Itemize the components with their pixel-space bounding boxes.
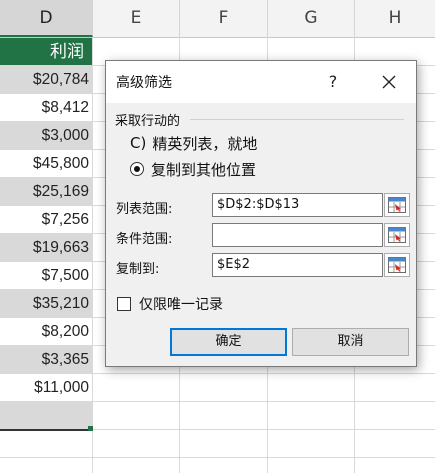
cell-d12[interactable]: $3,365 <box>0 346 92 374</box>
cell-d1-header[interactable]: 利润 <box>0 38 92 66</box>
column-header-g[interactable]: G <box>268 0 355 37</box>
grid-line <box>92 37 93 473</box>
grid-line <box>0 373 435 374</box>
fill-handle[interactable] <box>88 426 93 431</box>
radio-filter-in-place[interactable]: C) 精英列表，就地 <box>130 133 257 153</box>
column-headers: D E F G H <box>0 0 435 38</box>
copy-to-label: 复制到: <box>116 262 160 277</box>
close-icon[interactable] <box>376 69 402 95</box>
unique-records-checkbox[interactable] <box>117 297 131 311</box>
radio-selected-icon <box>130 162 144 176</box>
range-picker-icon <box>388 227 406 243</box>
cell-d9[interactable]: $7,500 <box>0 262 92 290</box>
cell-d2[interactable]: $20,784 <box>0 66 92 94</box>
cell-d14[interactable] <box>0 402 92 430</box>
ok-button[interactable]: 确定 <box>170 328 287 356</box>
cell-d13[interactable]: $11,000 <box>0 374 92 402</box>
dialog-titlebar[interactable]: 高级筛选 ? <box>106 61 416 103</box>
grid-line <box>0 457 435 458</box>
grid-line <box>0 401 435 402</box>
cell-d5[interactable]: $45,800 <box>0 150 92 178</box>
help-button[interactable]: ? <box>320 69 346 95</box>
cell-d11[interactable]: $8,200 <box>0 318 92 346</box>
group-divider <box>190 119 404 120</box>
column-header-h[interactable]: H <box>355 0 435 37</box>
list-range-label: 列表范围: <box>116 202 173 217</box>
list-range-input[interactable]: $D$2:$D$13 <box>212 193 383 217</box>
column-header-f[interactable]: F <box>180 0 268 37</box>
column-header-d[interactable]: D <box>0 0 93 37</box>
radio-copy-to-location[interactable]: 复制到其他位置 <box>130 159 256 179</box>
cancel-button[interactable]: 取消 <box>292 328 409 356</box>
criteria-range-input[interactable] <box>212 223 383 247</box>
cell-d3[interactable]: $8,412 <box>0 94 92 122</box>
radio-label-copy: 复制到其他位置 <box>151 160 257 179</box>
advanced-filter-dialog: 高级筛选 ? 采取行动的 C) 精英列表，就地 复制到其他位置 列表范围: $D… <box>105 60 417 367</box>
cell-d7[interactable]: $7,256 <box>0 206 92 234</box>
cell-d8[interactable]: $19,663 <box>0 234 92 262</box>
copy-to-collapse-button[interactable] <box>384 253 410 277</box>
selection-bottom-border <box>0 429 92 431</box>
list-range-collapse-button[interactable] <box>384 193 410 217</box>
criteria-range-collapse-button[interactable] <box>384 223 410 247</box>
cell-d10[interactable]: $35,210 <box>0 290 92 318</box>
unique-records-checkbox-row[interactable]: 仅限唯一记录 <box>117 294 223 314</box>
criteria-range-label: 条件范围: <box>116 232 173 247</box>
cell-d4[interactable]: $3,000 <box>0 122 92 150</box>
copy-to-input[interactable]: $E$2 <box>212 253 383 277</box>
unique-records-label: 仅限唯一记录 <box>139 297 223 313</box>
column-header-e[interactable]: E <box>93 0 180 37</box>
radio-accelerator-text: C) <box>130 134 147 152</box>
range-picker-icon <box>388 197 406 213</box>
range-picker-icon <box>388 257 406 273</box>
cell-d6[interactable]: $25,169 <box>0 178 92 206</box>
action-group-label: 采取行动的 <box>115 114 181 129</box>
dialog-title: 高级筛选 <box>116 75 172 91</box>
radio-label-in-place: 精英列表，就地 <box>152 134 258 153</box>
